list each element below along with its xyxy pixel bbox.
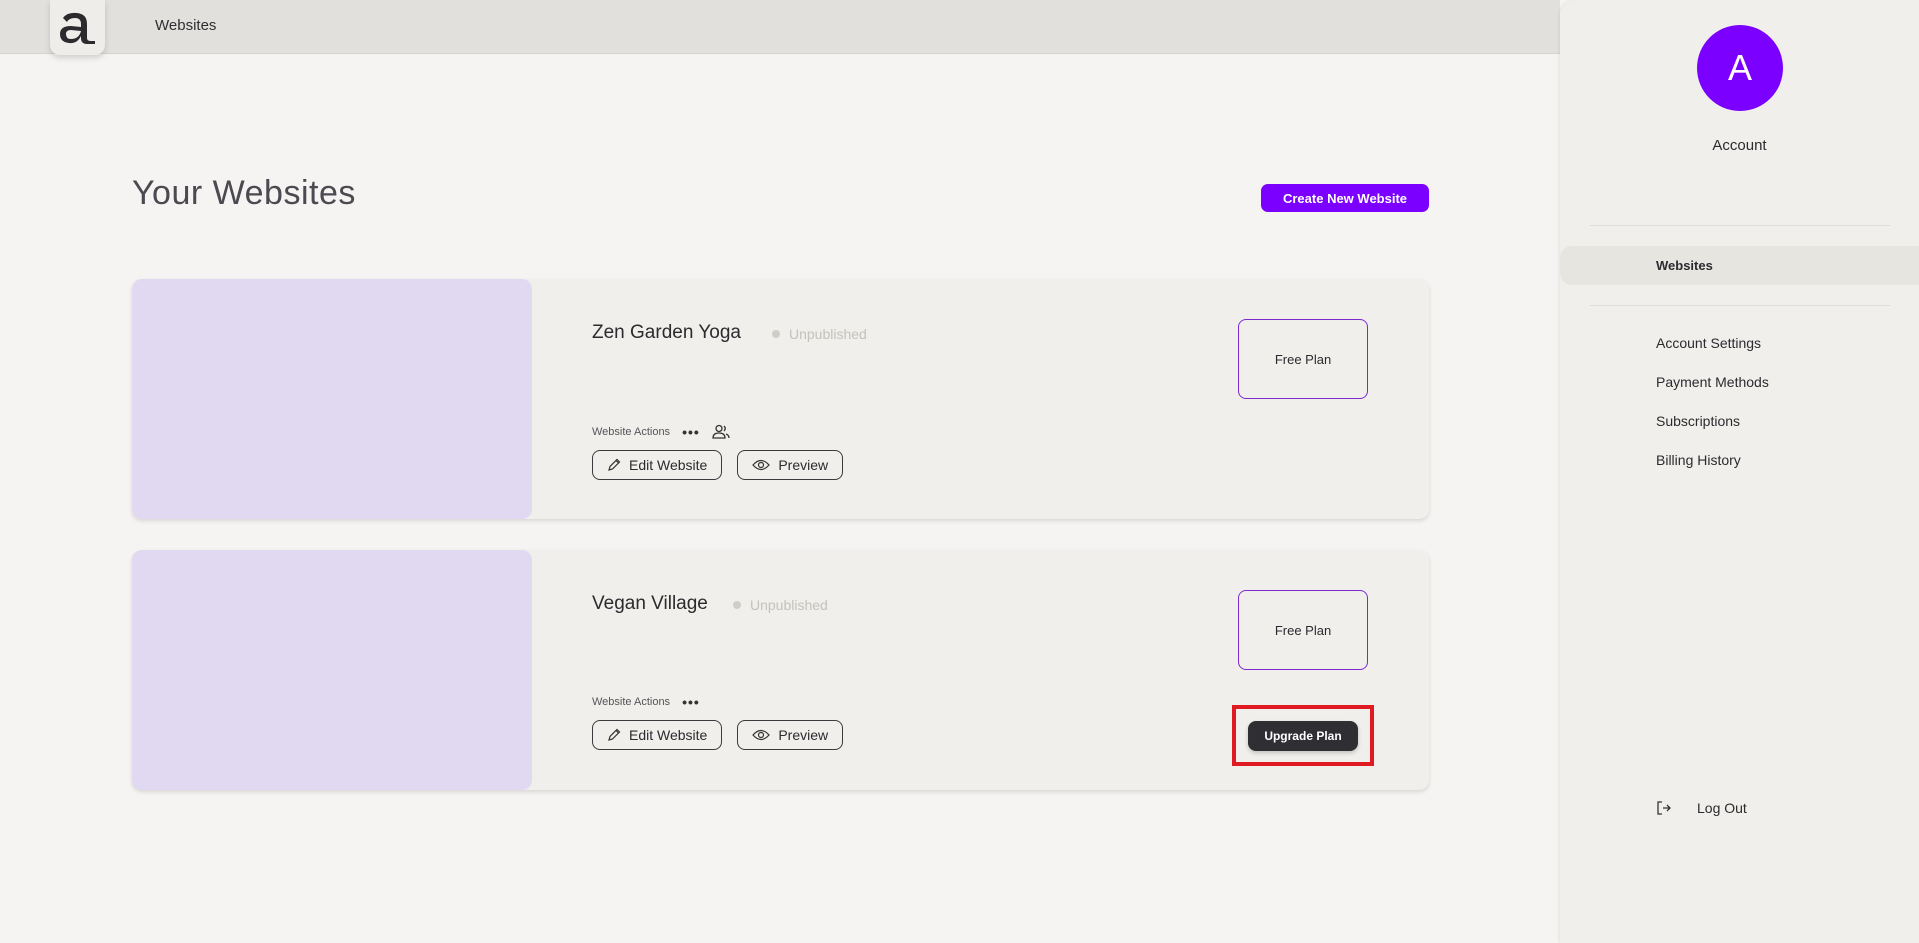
log-out-button[interactable]: Log Out (1656, 800, 1747, 816)
website-actions: Website Actions ••• (592, 695, 700, 709)
status-dot-icon (772, 330, 780, 338)
website-actions-label: Website Actions (592, 426, 671, 438)
status-dot-icon (733, 601, 741, 609)
publish-status: Unpublished (733, 597, 828, 613)
top-bar-title: Websites (155, 17, 217, 34)
log-out-icon (1657, 801, 1671, 815)
preview-button[interactable]: Preview (737, 450, 844, 480)
sidebar-item-billing-history[interactable]: Billing History (1656, 452, 1769, 470)
website-name: Vegan Village (592, 593, 708, 614)
edit-website-button[interactable]: Edit Website (592, 450, 723, 480)
edit-website-label: Edit Website (629, 457, 708, 473)
plan-badge[interactable]: Free Plan (1238, 319, 1368, 399)
logo-icon (59, 12, 95, 44)
website-buttons: Edit Website Preview (592, 720, 844, 750)
account-sidebar: A Account Websites Account Settings Paym… (1560, 0, 1919, 943)
website-actions-label: Website Actions (592, 696, 671, 708)
eye-icon (752, 729, 771, 741)
eye-icon (752, 459, 771, 471)
preview-button[interactable]: Preview (737, 720, 844, 750)
sidebar-item-subscriptions[interactable]: Subscriptions (1656, 413, 1769, 431)
page-title: Your Websites (132, 174, 356, 212)
publish-status: Unpublished (772, 326, 867, 342)
more-options-icon[interactable]: ••• (682, 425, 700, 439)
website-card: Zen Garden Yoga Unpublished Website Acti… (132, 279, 1429, 519)
pencil-icon (608, 728, 621, 741)
more-options-icon[interactable]: ••• (682, 695, 700, 709)
website-name: Zen Garden Yoga (592, 322, 741, 343)
sidebar-item-account-settings[interactable]: Account Settings (1656, 335, 1769, 353)
pencil-icon (608, 458, 621, 471)
edit-website-button[interactable]: Edit Website (592, 720, 723, 750)
edit-website-label: Edit Website (629, 727, 708, 743)
preview-label: Preview (778, 727, 829, 743)
status-label: Unpublished (750, 597, 828, 613)
create-new-website-button[interactable]: Create New Website (1261, 184, 1429, 212)
highlight-box: Upgrade Plan (1232, 705, 1374, 766)
status-label: Unpublished (789, 326, 867, 342)
website-actions: Website Actions ••• (592, 424, 730, 440)
collaborators-icon[interactable] (712, 424, 730, 440)
plan-badge[interactable]: Free Plan (1238, 590, 1368, 670)
website-buttons: Edit Website Preview (592, 450, 844, 480)
account-label: Account (1712, 137, 1767, 154)
sidebar-nav: Account Settings Payment Methods Subscri… (1656, 335, 1769, 470)
sidebar-item-payment-methods[interactable]: Payment Methods (1656, 374, 1769, 392)
website-thumbnail[interactable] (132, 550, 532, 790)
divider (1590, 225, 1890, 226)
sidebar-item-websites[interactable]: Websites (1560, 246, 1919, 285)
website-thumbnail[interactable] (132, 279, 532, 519)
upgrade-plan-button[interactable]: Upgrade Plan (1248, 720, 1358, 751)
top-bar: Websites (0, 0, 1560, 55)
website-card: Vegan Village Unpublished Website Action… (132, 550, 1429, 790)
avatar[interactable]: A (1697, 25, 1783, 111)
app-logo[interactable] (50, 0, 105, 55)
divider (1590, 305, 1890, 306)
preview-label: Preview (778, 457, 829, 473)
log-out-label: Log Out (1697, 800, 1747, 816)
